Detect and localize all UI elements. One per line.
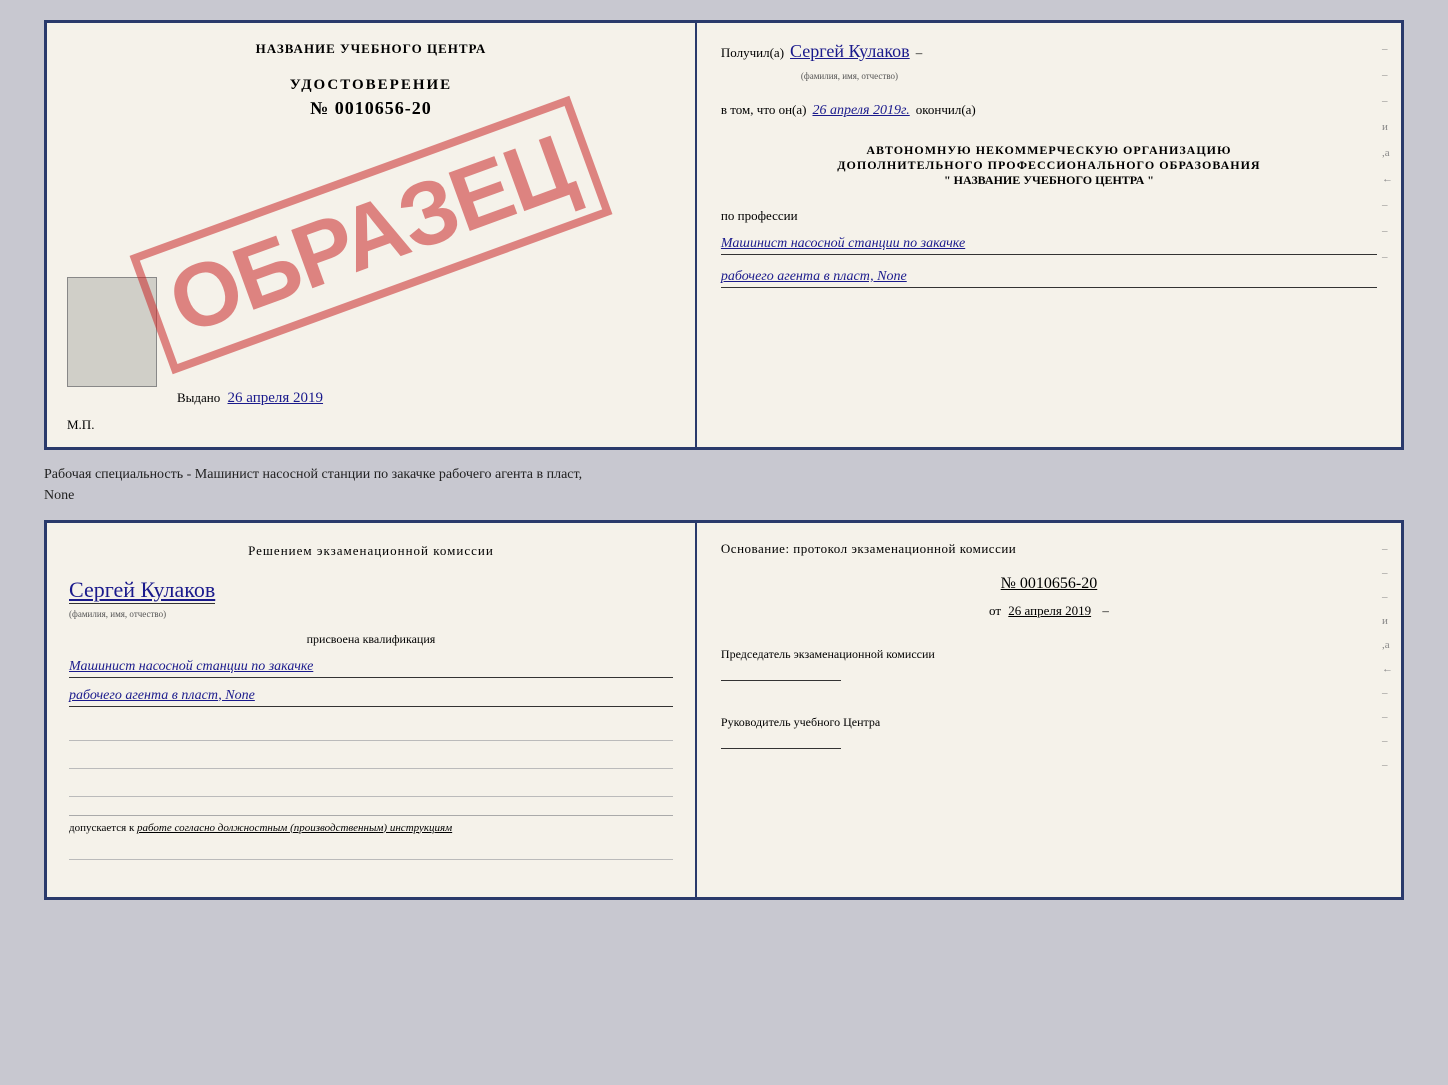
empty-line2 [69, 751, 673, 769]
dash-r3: – [1382, 95, 1393, 107]
br-dash8: – [1382, 711, 1393, 723]
br-dash10: – [1382, 759, 1393, 771]
br-dash1: – [1382, 543, 1393, 555]
empty-line3 [69, 779, 673, 797]
br-dash6: ← [1382, 663, 1393, 675]
qual-text1: Машинист насосной станции по закачке [69, 659, 313, 674]
dash-r5: ,а [1382, 147, 1393, 159]
profession-line1: Машинист насосной станции по закачке [721, 234, 1377, 255]
osnov-label: Основание: протокол экзаменационной коми… [721, 541, 1377, 557]
dopuskaetsya-text: работе согласно должностным (производств… [137, 822, 452, 834]
empty-line4 [69, 846, 673, 860]
ot-label: от [989, 603, 1001, 618]
vydano-line: Выдано 26 апреля 2019 [177, 390, 323, 407]
bot-right-dashes: – – – и ,а ← – – – – [1382, 543, 1393, 771]
obrazets-stamp: ОБРАЗЕЦ [130, 96, 613, 374]
dopuskaetsya-prefix: допускается к [69, 822, 134, 834]
doc-bottom-right: Основание: протокол экзаменационной коми… [697, 523, 1401, 897]
commission-familiya-label: (фамилия, имя, отчество) [69, 609, 166, 619]
rukov-label: Руководитель учебного Центра [721, 715, 1377, 730]
vydano-label: Выдано [177, 390, 220, 405]
vydano-date: 26 апреля 2019 [228, 390, 324, 406]
empty-line1 [69, 723, 673, 741]
profession-text2: рабочего агента в пласт, None [721, 269, 907, 284]
specialty-text-block: Рабочая специальность - Машинист насосно… [44, 462, 1404, 508]
rukov-sig-line [721, 748, 841, 749]
dash-bottom: – [1102, 603, 1109, 618]
document-top: НАЗВАНИЕ УЧЕБНОГО ЦЕНТРА УДОСТОВЕРЕНИЕ №… [44, 20, 1404, 450]
prisvoena-label: присвоена квалификация [69, 632, 673, 647]
osnov-num: № 0010656-20 [721, 575, 1377, 593]
specialty-line1: Рабочая специальность - Машинист насосно… [44, 464, 1404, 485]
dash-r7: – [1382, 199, 1393, 211]
commission-name-block: Сергей Кулаков (фамилия, имя, отчество) [69, 577, 673, 622]
dash-r8: – [1382, 225, 1393, 237]
dash1: – [916, 45, 923, 61]
br-dash2: – [1382, 567, 1393, 579]
poluchil-label: Получил(а) [721, 45, 784, 61]
dash-r9: – [1382, 251, 1393, 263]
qual-line1: Машинист насосной станции по закачке [69, 657, 673, 678]
doc-bottom-left: Решением экзаменационной комиссии Сергей… [47, 523, 697, 897]
br-dash7: – [1382, 687, 1393, 699]
right-dashes: – – – и ,а ← – – – [1382, 43, 1393, 263]
br-dash3: – [1382, 591, 1393, 603]
rukov-block: Руководитель учебного Центра [721, 707, 1377, 749]
br-dash4: и [1382, 615, 1393, 627]
reshenie-title: Решением экзаменационной комиссии [69, 541, 673, 561]
udostoverenie-block: УДОСТОВЕРЕНИЕ № 0010656-20 [67, 77, 675, 119]
poluchil-name: Сергей Кулаков [790, 41, 910, 62]
protocol-date: 26 апреля 2019 [1008, 603, 1091, 618]
dash-r1: – [1382, 43, 1393, 55]
avt-line2: ДОПОЛНИТЕЛЬНОГО ПРОФЕССИОНАЛЬНОГО ОБРАЗО… [721, 158, 1377, 173]
avt-line1: АВТОНОМНУЮ НЕКОММЕРЧЕСКУЮ ОРГАНИЗАЦИЮ [721, 143, 1377, 158]
top-center-title: НАЗВАНИЕ УЧЕБНОГО ЦЕНТРА [67, 41, 675, 57]
avt-line3: " НАЗВАНИЕ УЧЕБНОГО ЦЕНТРА " [721, 173, 1377, 188]
qual-line2: рабочего агента в пласт, None [69, 686, 673, 707]
poluchil-row: Получил(а) Сергей Кулаков – [721, 41, 1377, 62]
familiya-sublabel: (фамилия, имя, отчество) [801, 66, 1377, 84]
br-dash5: ,а [1382, 639, 1393, 651]
qual-text2: рабочего агента в пласт, None [69, 688, 255, 703]
vtom-row: в том, что он(а) 26 апреля 2019г. окончи… [721, 102, 1377, 119]
profession-text1: Машинист насосной станции по закачке [721, 236, 965, 251]
dash-r6: ← [1382, 173, 1393, 185]
predsedatel-sig-line [721, 680, 841, 681]
udostoverenie-title: УДОСТОВЕРЕНИЕ [67, 77, 675, 94]
commission-familiya-sub: (фамилия, имя, отчество) [69, 604, 673, 622]
po-professii-label: по профессии [721, 208, 1377, 224]
predsedatel-label: Председатель экзаменационной комиссии [721, 647, 1377, 662]
vtom-label: в том, что он(а) [721, 102, 807, 118]
mp-label: М.П. [67, 417, 94, 433]
br-dash9: – [1382, 735, 1393, 747]
document-bottom: Решением экзаменационной комиссии Сергей… [44, 520, 1404, 900]
profession-line2: рабочего агента в пласт, None [721, 267, 1377, 288]
udostoverenie-num: № 0010656-20 [67, 98, 675, 119]
doc-top-left: НАЗВАНИЕ УЧЕБНОГО ЦЕНТРА УДОСТОВЕРЕНИЕ №… [47, 23, 697, 447]
predsedatel-block: Председатель экзаменационной комиссии [721, 639, 1377, 681]
familiya-label: (фамилия, имя, отчество) [801, 71, 898, 81]
photo-placeholder [67, 277, 157, 387]
okonchil-label: окончил(а) [916, 102, 976, 118]
specialty-line2: None [44, 485, 1404, 506]
commission-name: Сергей Кулаков [69, 577, 215, 602]
doc-top-right: Получил(а) Сергей Кулаков – (фамилия, им… [697, 23, 1401, 447]
vtom-date: 26 апреля 2019г. [812, 103, 909, 119]
avt-block: АВТОНОМНУЮ НЕКОММЕРЧЕСКУЮ ОРГАНИЗАЦИЮ ДО… [721, 143, 1377, 188]
commission-name-line: Сергей Кулаков [69, 577, 215, 604]
dopuskaetsya-block: допускается к работе согласно должностны… [69, 815, 673, 834]
dash-r4: и [1382, 121, 1393, 133]
osnov-date: от 26 апреля 2019 – [721, 603, 1377, 619]
dash-r2: – [1382, 69, 1393, 81]
